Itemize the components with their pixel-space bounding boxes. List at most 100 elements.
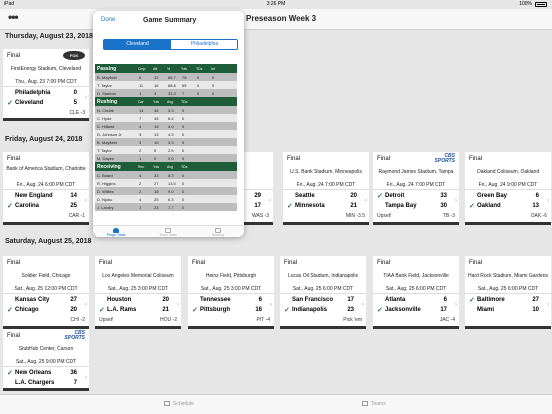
player-name: J. Landry <box>97 205 114 210</box>
player-name: B. Mayfield <box>97 140 117 145</box>
tab-label: Teams <box>371 401 386 407</box>
game-card[interactable]: Final Oakland Coliseum, Oakland Fri., Aug.… <box>465 152 551 225</box>
game-card[interactable]: Final CBS SPORTS Raymond James Stadium, Ta… <box>373 152 459 225</box>
player-stat-row[interactable]: C. Hyde 7 45 6.4 0 <box>95 114 237 122</box>
game-card[interactable]: Final Lucas Oil Stadium, Indianapolis Sat.… <box>280 256 366 329</box>
jersey-icon <box>362 401 368 407</box>
game-card[interactable]: Final Bank of America Stadium, Charlotte F… <box>3 152 89 225</box>
tab-label: Player Stats <box>106 233 126 237</box>
segment-home[interactable]: Cleveland <box>104 40 171 49</box>
team-score: 16 <box>255 307 262 313</box>
player-stat-row[interactable]: T. Taylor 2 5 2.5 0 <box>95 146 237 154</box>
stat-value: 16 <box>154 83 159 88</box>
game-datetime: Sat., Aug. 25 6:00 PM CDT <box>385 286 447 292</box>
stat-value: 0.0 <box>168 156 174 161</box>
team-score: 20 <box>350 193 357 199</box>
team-score: 10 <box>532 307 539 313</box>
stat-value: 12 <box>154 75 159 80</box>
game-card[interactable]: Final Hard Rock Stadium, Miami Gardens Sat… <box>465 256 551 329</box>
popover-header: Done Game Summary <box>93 11 244 33</box>
popover-tab-scoring[interactable]: Scoring <box>205 228 231 237</box>
player-name: M. Dayes <box>97 156 114 161</box>
winner-check-icon: ✓ <box>99 307 105 314</box>
home-team-row: ✓ Minnesota 21 <box>287 203 365 211</box>
section-title: Passing <box>97 66 117 72</box>
game-card[interactable]: Final Heinz Field, Pittsburgh Sat., Aug. 2… <box>188 256 274 329</box>
segment-away[interactable]: Philadelphia <box>171 40 238 49</box>
divider <box>188 293 274 294</box>
team-score: 25 <box>70 203 77 209</box>
player-name: D. Willies <box>97 189 114 194</box>
team-name: Minnesota <box>295 203 325 209</box>
stat-value: 1 <box>139 205 142 210</box>
popover-tab-team-stats[interactable]: Team Stats <box>155 228 181 237</box>
status-time: 3:26 PM <box>266 1 286 7</box>
team-name: San Francisco <box>292 297 334 303</box>
popover-tab-bar: Player Stats Team Stats Scoring <box>93 225 244 237</box>
player-stat-row[interactable]: T. Taylor 11 16 68.8 65 0 0 <box>95 81 237 89</box>
divider <box>3 86 89 87</box>
player-stat-row[interactable]: B. Mayfield 8 12 66.7 78 0 0 <box>95 73 237 81</box>
player-stat-row[interactable]: M. Dayes 1 0 0.0 0 <box>95 154 237 162</box>
game-card[interactable]: Final Soldier Field, Chicago Sat., Aug. 25… <box>3 256 89 329</box>
popover-tab-player-stats[interactable]: Player Stats <box>103 228 129 237</box>
column-header: Avg <box>167 100 173 104</box>
player-stat-row[interactable]: B. Mayfield 3 10 3.3 0 <box>95 138 237 146</box>
done-button[interactable]: Done <box>101 17 115 23</box>
winner-check-icon: ✓ <box>469 203 475 210</box>
game-card[interactable]: Final TIAA Bank Field, Jacksonville Sat., … <box>373 256 459 329</box>
player-name: D. Stanton <box>97 91 116 96</box>
stat-value: 1 <box>139 91 142 96</box>
stat-value: 3.3 <box>168 140 174 145</box>
player-stat-row[interactable]: C. Board 4 33 8.3 0 <box>95 171 237 179</box>
team-name: Detroit <box>385 193 405 199</box>
team-score: 17 <box>440 307 447 313</box>
team-name: Pittsburgh <box>200 307 230 313</box>
player-stat-row[interactable]: J. Landry 1 23 7.7 0 <box>95 203 237 211</box>
tab-schedule[interactable]: Schedule <box>164 401 194 407</box>
game-datetime: Sat., Aug. 25 6:00 PM CDT <box>477 286 539 292</box>
player-stat-row[interactable]: N. Chubb 14 46 3.3 0 <box>95 106 237 114</box>
stats-table[interactable]: Passing Cmp Att% Yds TDs Int B. Mayfield 8 12 66.… <box>95 64 241 224</box>
schedule-list[interactable]: Thursday, August 23, 2018 Friday, August… <box>0 30 552 394</box>
game-card[interactable]: Final FOX FirstEnergy Stadium, Cleveland Th… <box>3 49 89 121</box>
team-score: 17 <box>347 297 354 303</box>
game-summary-popover: Done Game Summary Cleveland Philadelphia… <box>93 11 244 237</box>
game-card[interactable]: Final Los Angeles Memorial Coliseum Sat., … <box>95 256 181 329</box>
team-score: 5 <box>73 100 77 106</box>
day-header: Friday, August 24, 2018 <box>5 136 83 143</box>
player-stat-row[interactable]: R. Higgins 2 27 13.5 0 <box>95 179 237 187</box>
team-name: New Orleans <box>15 370 52 376</box>
winner-check-icon: ✓ <box>7 100 13 107</box>
stat-value: 3 <box>139 132 142 137</box>
home-team-row: Miami 10 <box>469 307 547 315</box>
divider <box>280 293 366 294</box>
more-button[interactable]: ••• <box>8 10 19 24</box>
player-name: N. Chubb <box>97 108 114 113</box>
player-stat-row[interactable]: D. Njoku 4 25 6.3 0 <box>95 195 237 203</box>
divider <box>283 189 369 190</box>
game-datetime: Sat., Aug. 25 6:00 PM CDT <box>292 286 354 292</box>
player-stat-row[interactable]: D. Johnson Jr 3 13 4.3 0 <box>95 130 237 138</box>
stat-value: 2 <box>139 181 142 186</box>
stat-value: 0 <box>197 75 200 80</box>
game-status: Final <box>7 333 21 339</box>
stat-value: 0 <box>212 91 215 96</box>
player-stat-row[interactable]: D. Stanton 1 3 33.3 7 0 0 <box>95 89 237 97</box>
game-card[interactable]: Final CBS SPORTS StubHub Center, Carson Sat… <box>3 329 89 391</box>
winner-check-icon: ✓ <box>7 307 13 314</box>
home-team-row: ✓ Jacksonville 17 <box>377 307 455 315</box>
game-datetime: Sat., Aug. 25 9:00 PM CDT <box>15 359 77 365</box>
team-name: L.A. Chargers <box>15 380 55 386</box>
tab-teams[interactable]: Teams <box>362 401 386 407</box>
venue-label: Hard Rock Stadium, Miami Gardens <box>467 273 549 279</box>
player-stat-row[interactable]: D. Hilliard 4 16 4.0 0 <box>95 122 237 130</box>
tab-bar: Schedule Teams <box>0 394 552 414</box>
game-card[interactable]: Final U.S. Bank Stadium, Minneapolis Fri.,… <box>283 152 369 225</box>
player-stat-row[interactable]: D. Willies 2 18 9.0 0 <box>95 187 237 195</box>
stat-value: 0 <box>154 156 157 161</box>
battery-icon <box>535 2 547 7</box>
betting-line: JAC -4 <box>439 317 455 323</box>
stat-value: 25 <box>154 197 159 202</box>
team-name: Jacksonville <box>385 307 421 313</box>
